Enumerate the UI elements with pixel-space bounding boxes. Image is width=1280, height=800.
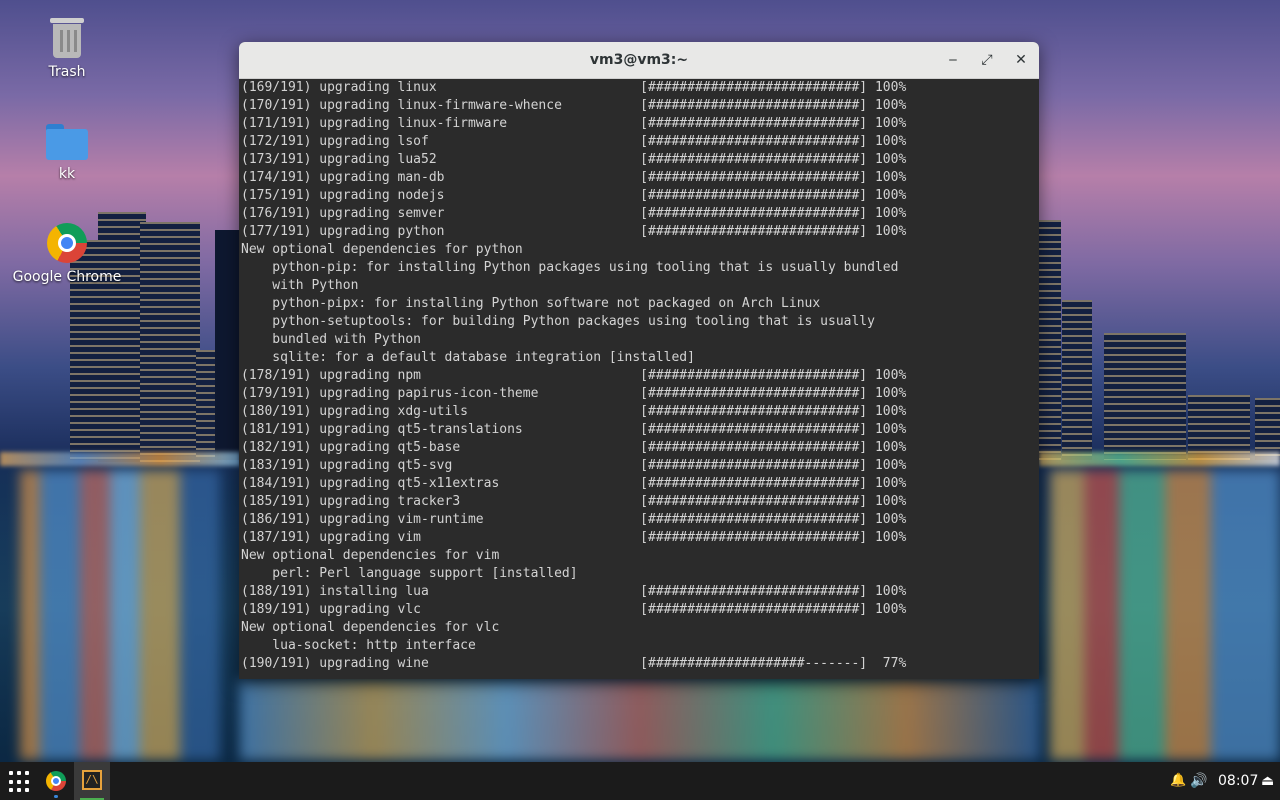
terminal-line: (190/191) upgrading wine [##############… [241,656,907,671]
notification-icon[interactable]: 🔔 [1170,762,1186,800]
terminal-line: (171/191) upgrading linux-firmware [####… [241,116,907,131]
terminal-line: New optional dependencies for vlc [241,620,500,635]
terminal-line: New optional dependencies for vim [241,548,500,563]
terminal-line: (187/191) upgrading vim [###############… [241,530,907,545]
chrome-icon [46,771,66,791]
wallpaper-building [140,222,200,462]
desktop-icon-label: kk [58,166,76,182]
terminal-line: bundled with Python [241,332,422,347]
desktop-icon-google-chrome[interactable]: Google Chrome [12,223,122,285]
maximize-icon: ⤢ [981,52,993,68]
wallpaper-building [1255,398,1280,460]
chrome-icon [47,223,87,263]
terminal-line: New optional dependencies for python [241,242,523,257]
minimize-button[interactable]: ‒ [941,48,965,72]
wallpaper-reflection [1050,470,1280,760]
terminal-line: (176/191) upgrading semver [############… [241,206,907,221]
desktop-icon-label: Trash [48,64,86,80]
wallpaper-building [1104,333,1186,460]
app-grid-icon[interactable] [6,769,30,793]
terminal-line: (172/191) upgrading lsof [##############… [241,134,907,149]
window-title: vm3@vm3:~ [589,52,689,68]
terminal-line: python-pipx: for installing Python softw… [241,296,821,311]
terminal-line: python-pip: for installing Python packag… [241,260,899,275]
terminal-line: (179/191) upgrading papirus-icon-theme [… [241,386,907,401]
wallpaper-shore-lights [0,452,240,466]
terminal-line: perl: Perl language support [installed] [241,566,578,581]
terminal-line: (188/191) installing lua [##############… [241,584,907,599]
terminal-output[interactable]: (169/191) upgrading linux [#############… [239,79,1039,679]
clock[interactable]: 08:07 [1218,762,1258,800]
terminal-line: (178/191) upgrading npm [###############… [241,368,907,383]
terminal-line: (181/191) upgrading qt5-translations [##… [241,422,907,437]
wallpaper-reflection [20,470,220,760]
terminal-line: (175/191) upgrading nodejs [############… [241,188,907,203]
wallpaper-shore-lights [1039,452,1280,466]
window-titlebar[interactable]: vm3@vm3:~ ‒ ⤢ ✕ [239,42,1039,79]
folder-icon [46,124,88,160]
desktop-icon-trash[interactable]: Trash [12,18,122,80]
taskbar: /\ 🔔 🔊 08:07 ⏏ [0,762,1280,800]
terminal-line: python-setuptools: for building Python p… [241,314,875,329]
terminal-line: (174/191) upgrading man-db [############… [241,170,907,185]
wallpaper-building [1188,395,1250,460]
terminal-line: (182/191) upgrading qt5-base [##########… [241,440,907,455]
terminal-line: (189/191) upgrading vlc [###############… [241,602,907,617]
terminal-line: (173/191) upgrading lua52 [#############… [241,152,907,167]
terminal-line: (185/191) upgrading tracker3 [##########… [241,494,907,509]
terminal-line: lua-socket: http interface [241,638,476,653]
terminal-line: (186/191) upgrading vim-runtime [#######… [241,512,907,527]
close-button[interactable]: ✕ [1009,48,1033,72]
taskbar-item-chrome[interactable] [38,762,74,800]
running-indicator [54,795,58,798]
logout-icon[interactable]: ⏏ [1261,762,1274,800]
terminal-icon: /\ [82,770,102,790]
volume-icon[interactable]: 🔊 [1190,762,1207,800]
terminal-window[interactable]: vm3@vm3:~ ‒ ⤢ ✕ (169/191) upgrading linu… [239,42,1039,679]
minimize-icon: ‒ [948,52,958,68]
desktop-icon-kk-folder[interactable]: kk [12,124,122,182]
maximize-button[interactable]: ⤢ [975,48,999,72]
terminal-line: with Python [241,278,359,293]
terminal-line: (170/191) upgrading linux-firmware-whenc… [241,98,907,113]
close-icon: ✕ [1015,52,1027,68]
terminal-line: sqlite: for a default database integrati… [241,350,695,365]
wallpaper-reflection [240,680,1040,760]
terminal-line: (177/191) upgrading python [############… [241,224,907,239]
wallpaper-building [1039,220,1061,460]
trash-icon [50,18,84,58]
desktop-icon-label: Google Chrome [12,269,122,285]
wallpaper-building [215,230,241,460]
terminal-line: (184/191) upgrading qt5-x11extras [#####… [241,476,907,491]
terminal-line: (169/191) upgrading linux [#############… [241,80,907,95]
terminal-line: (183/191) upgrading qt5-svg [###########… [241,458,907,473]
wallpaper-building [1062,300,1092,460]
terminal-line: (180/191) upgrading xdg-utils [#########… [241,404,907,419]
taskbar-item-terminal[interactable]: /\ [74,762,110,800]
